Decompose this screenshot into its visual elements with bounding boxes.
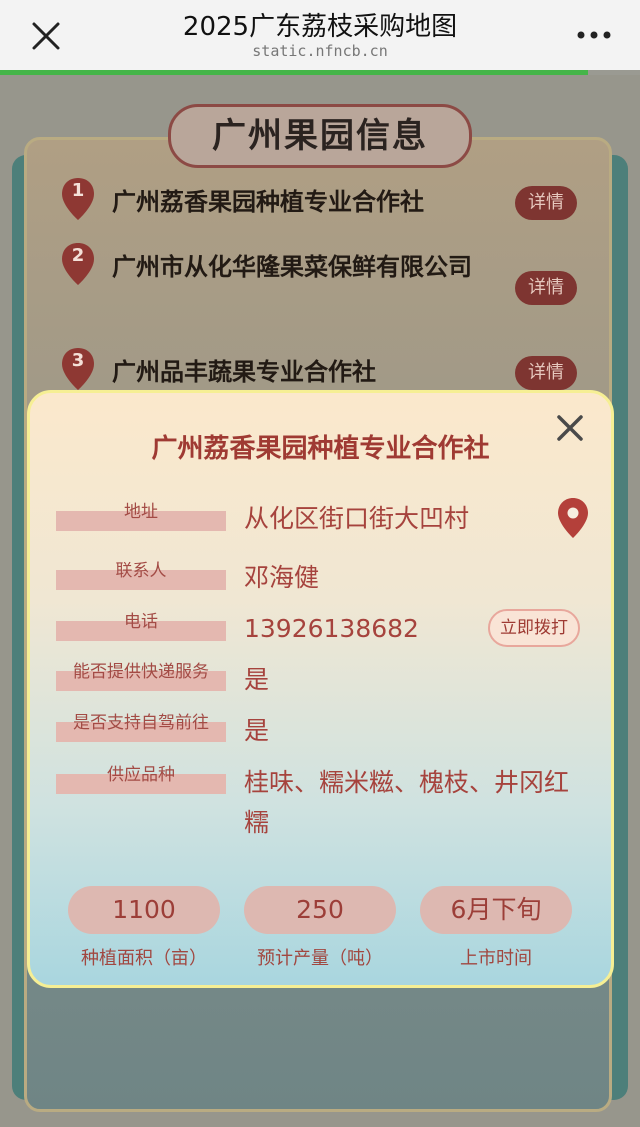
market-time-value: 6月下旬: [420, 886, 572, 934]
varieties-label: 供应品种: [56, 765, 226, 794]
contact-value: 邓海健: [244, 563, 320, 592]
list-item-number: 3: [71, 350, 85, 371]
page-url: static.nfncb.cn: [252, 42, 388, 60]
modal-title: 广州荔香果园种植专业合作社: [151, 434, 490, 464]
page-title: 2025广东荔枝采购地图: [182, 12, 458, 42]
self-drive-value: 是: [244, 716, 270, 745]
planting-area-label: 种植面积（亩）: [81, 948, 207, 969]
browser-topbar: 2025广东荔枝采购地图 static.nfncb.cn: [0, 0, 640, 70]
location-pin-icon[interactable]: [556, 497, 590, 539]
delivery-value: 是: [244, 665, 270, 694]
detail-button[interactable]: 详情: [515, 271, 577, 305]
panel-header: 广州果园信息: [168, 104, 472, 168]
panel-header-title: 广州果园信息: [212, 116, 428, 156]
detail-button[interactable]: 详情: [515, 186, 577, 220]
phone-label: 电话: [56, 612, 226, 641]
list-item-name: 广州荔香果园种植专业合作社: [112, 188, 424, 216]
delivery-label: 能否提供快递服务: [56, 662, 226, 691]
list-item-number: 2: [71, 245, 85, 266]
detail-button[interactable]: 详情: [515, 356, 577, 390]
list-item-number: 1: [71, 180, 85, 201]
address-value: 从化区街口街大凹村: [244, 504, 470, 533]
address-label: 地址: [56, 502, 226, 531]
list-item-name: 广州市从化华隆果菜保鲜有限公司: [112, 253, 472, 281]
estimated-yield-label: 预计产量（吨）: [257, 948, 383, 969]
self-drive-label: 是否支持自驾前往: [56, 713, 226, 742]
phone-value: 13926138682: [244, 614, 419, 643]
contact-label: 联系人: [56, 561, 226, 590]
list-item-name: 广州品丰蔬果专业合作社: [112, 358, 376, 386]
estimated-yield-value: 250: [244, 886, 396, 934]
more-icon[interactable]: [576, 24, 612, 46]
planting-area-value: 1100: [68, 886, 220, 934]
varieties-value: 桂味、糯米糍、槐枝、井冈红糯: [244, 768, 570, 837]
market-time-label: 上市时间: [460, 948, 532, 969]
call-button[interactable]: 立即拨打: [488, 609, 580, 647]
